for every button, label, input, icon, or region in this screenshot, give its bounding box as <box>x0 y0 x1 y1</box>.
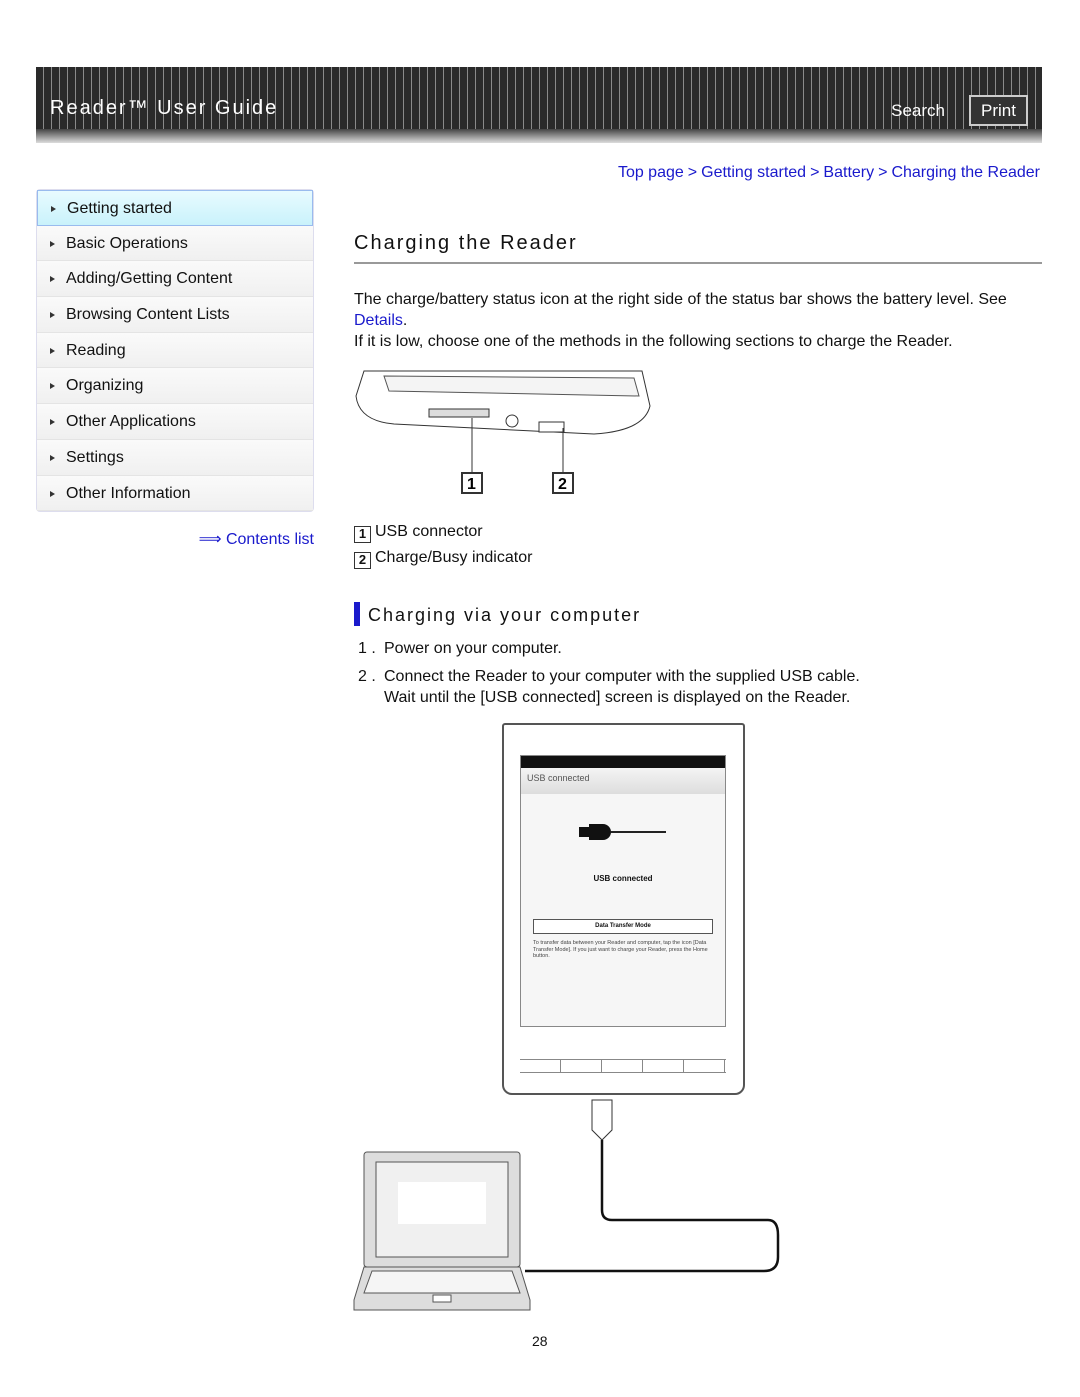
breadcrumb-separator: > <box>687 164 698 181</box>
sidebar-item-organizing[interactable]: Organizing <box>37 368 313 405</box>
contents-list-link[interactable]: ⟹ Contents list <box>199 529 314 549</box>
intro-line-1: The charge/battery status icon at the ri… <box>354 291 1007 308</box>
usb-plug-icon <box>579 824 669 840</box>
arrow-right-icon: ⟹ <box>198 531 222 548</box>
intro-line-2: If it is low, choose one of the methods … <box>354 333 953 350</box>
step-subtext: Wait until the [USB connected] screen is… <box>384 689 851 706</box>
app-title: Reader™ User Guide <box>50 97 279 119</box>
step-2: 2 . Connect the Reader to your computer w… <box>358 666 860 708</box>
callout-number: 2 <box>354 552 371 569</box>
sidebar-item-basic-operations[interactable]: Basic Operations <box>37 225 313 262</box>
sidebar-nav: Getting started Basic Operations Adding/… <box>36 189 314 513</box>
page-title: Charging the Reader <box>354 232 578 254</box>
step-1: 1 . Power on your computer. <box>358 638 562 659</box>
sidebar-item-browsing-content[interactable]: Browsing Content Lists <box>37 297 313 333</box>
breadcrumb: Top page > Getting started > Battery > Chargin… <box>618 164 1040 182</box>
breadcrumb-separator: > <box>810 164 820 181</box>
details-link[interactable]: Details <box>354 312 403 329</box>
breadcrumb-top-page[interactable]: Top page <box>618 164 684 181</box>
sidebar-item-adding-content[interactable]: Adding/Getting Content <box>37 261 313 298</box>
search-link[interactable]: Search <box>891 101 945 121</box>
svg-text:1: 1 <box>467 476 476 493</box>
sidebar-item-other-information[interactable]: Other Information <box>37 475 313 512</box>
title-divider <box>354 262 1042 264</box>
step-text: Connect the Reader to your computer with… <box>384 668 860 685</box>
callout-charge-indicator: 2 Charge/Busy indicator <box>354 547 532 569</box>
device-usb-connected-label: USB connected <box>593 874 653 883</box>
breadcrumb-separator: > <box>878 164 888 181</box>
computer-usb-cable-illustration <box>353 1099 780 1311</box>
step-number: 1 . <box>358 640 376 657</box>
callout-label: Charge/Busy indicator <box>375 549 533 566</box>
step-text: Power on your computer. <box>384 640 562 657</box>
callout-usb-connector: 1 USB connector <box>354 521 483 543</box>
callout-number: 1 <box>354 526 371 543</box>
breadcrumb-current[interactable]: Charging the Reader <box>891 164 1040 181</box>
device-screen-header: USB connected <box>521 768 725 794</box>
reader-device-illustration: USB connected USB connected Data Transfe… <box>502 723 745 1095</box>
sidebar-item-other-applications[interactable]: Other Applications <box>37 404 313 440</box>
device-note-text: To transfer data between your Reader and… <box>533 940 708 959</box>
contents-list-label: Contents list <box>225 531 314 548</box>
sidebar-item-getting-started[interactable]: Getting started <box>37 190 313 226</box>
callout-label: USB connector <box>375 523 483 540</box>
page-number: 28 <box>532 1333 548 1349</box>
device-buttons <box>520 1059 726 1073</box>
intro-text: The charge/battery status icon at the ri… <box>354 291 1007 329</box>
device-status-bar <box>521 756 725 768</box>
reader-bottom-illustration: 1 2 <box>355 370 651 494</box>
section-heading: Charging via your computer <box>354 602 641 626</box>
breadcrumb-getting-started[interactable]: Getting started <box>701 164 806 181</box>
sidebar-item-reading[interactable]: Reading <box>37 332 313 369</box>
header-banner: Reader™ User Guide Search Print <box>36 67 1042 143</box>
breadcrumb-battery[interactable]: Battery <box>823 164 874 181</box>
print-button[interactable]: Print <box>969 95 1028 126</box>
sidebar-item-settings[interactable]: Settings <box>37 439 313 476</box>
data-transfer-mode-button: Data Transfer Mode <box>533 919 713 934</box>
svg-text:2: 2 <box>558 476 567 493</box>
step-number: 2 . <box>358 668 376 685</box>
device-screen: USB connected USB connected Data Transfe… <box>520 755 726 1027</box>
